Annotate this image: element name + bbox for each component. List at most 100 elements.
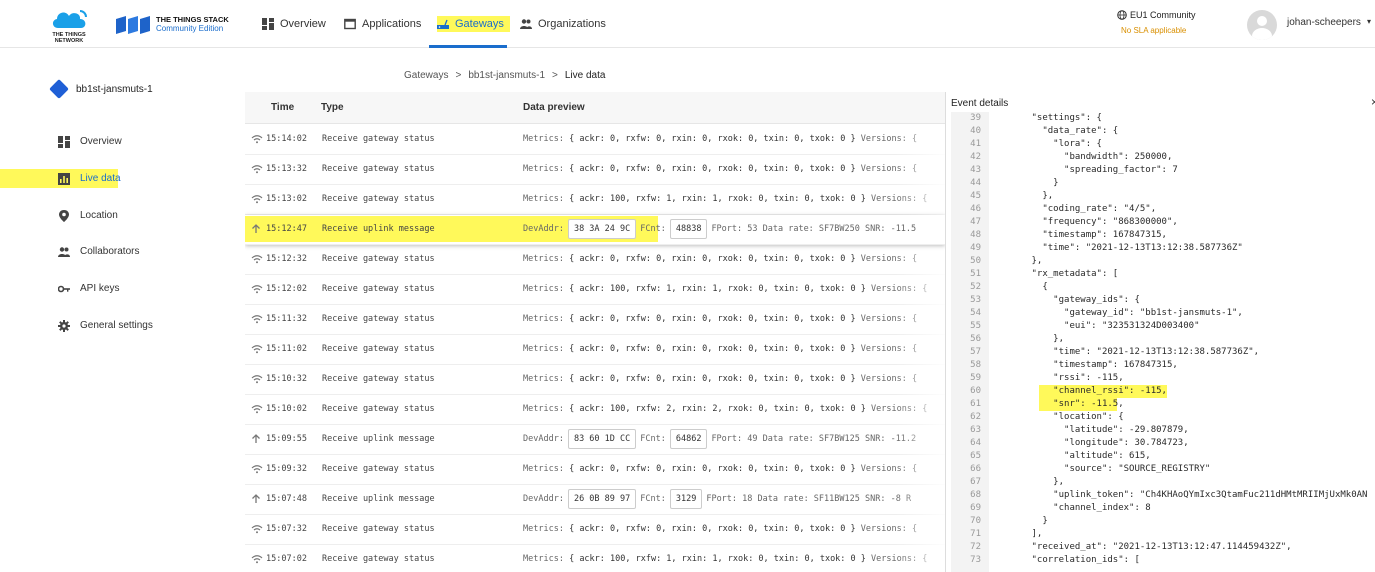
line-number: 54 [970,308,981,318]
line-number: 66 [970,464,981,474]
line-number: 50 [970,256,981,266]
row-time: 15:11:02 [266,344,307,354]
nav-overview[interactable]: Overview [262,16,326,32]
code-text: "rx_metadata": [ [999,269,1119,279]
table-row[interactable]: 15:13:32 Receive gateway status Metrics: {… [245,155,945,185]
sidebar-item-collaborators[interactable]: Collaborators [0,238,244,266]
sidebar-item-label: Collaborators [80,246,140,257]
avatar[interactable] [1247,10,1277,40]
metrics-value: { ackr: 100, rxfw: 2, rxin: 2, rxok: 0, … [569,404,866,414]
table-row[interactable]: 15:11:32 Receive gateway status Metrics: {… [245,305,945,335]
devaddr-chip[interactable]: 38 3A 24 9C [567,219,637,239]
code-line: 62 "location": { [951,411,1375,424]
row-fade-overlay [895,124,945,572]
code-line: 65 "altitude": 615, [951,450,1375,463]
table-row[interactable]: 15:11:02 Receive gateway status Metrics: {… [245,335,945,365]
metrics-label: Metrics: [523,164,564,174]
ttn-logo[interactable]: THE THINGS NETWORK [46,6,92,44]
metrics-value: { ackr: 0, rxfw: 0, rxin: 0, rxok: 0, tx… [569,374,856,384]
sidebar: bb1st-jansmuts-1 Overview Live data Loca… [0,62,244,572]
sidebar-item-label: Overview [80,136,122,147]
table-row[interactable]: 15:12:32 Receive gateway status Metrics: {… [245,245,945,275]
row-time: 15:07:32 [266,524,307,534]
line-number: 67 [970,477,981,487]
table-row[interactable]: 15:07:48 Receive uplink message DevAddr: 26… [245,485,945,515]
fcnt-chip[interactable]: 48838 [669,219,708,239]
code-text: "settings": { [999,113,1102,123]
fcnt-chip[interactable]: 3129 [669,489,703,509]
devaddr-chip[interactable]: 26 0B 89 97 [567,489,637,509]
breadcrumb-gateway[interactable]: bb1st-jansmuts-1 [468,70,545,81]
table-row[interactable]: 15:10:32 Receive gateway status Metrics: {… [245,365,945,395]
row-type: Receive uplink message [322,224,435,234]
row-time: 15:13:32 [266,164,307,174]
code-text: "snr": -11.5, [999,399,1124,409]
row-time: 15:10:32 [266,374,307,384]
row-type: Receive uplink message [322,434,435,444]
code-text: { [999,282,1048,292]
table-row[interactable]: 15:14:02 Receive gateway status Metrics: {… [245,125,945,155]
metrics-label: Metrics: [523,374,564,384]
event-json-viewer[interactable]: 39 "settings": {40 "data_rate": {41 "lor… [951,112,1375,572]
code-text: "longitude": 30.784723, [999,438,1189,448]
line-number: 62 [970,412,981,422]
metrics-value: { ackr: 0, rxfw: 0, rxin: 0, rxok: 0, tx… [569,344,856,354]
line-number: 43 [970,165,981,175]
line-number: 55 [970,321,981,331]
code-line: 58 "timestamp": 167847315, [951,359,1375,372]
nav-applications-label: Applications [362,18,422,30]
gateway-title: bb1st-jansmuts-1 [49,79,153,99]
line-number: 60 [970,386,981,396]
tts-title: THE THINGS STACK [156,15,229,24]
table-row[interactable]: 15:10:02 Receive gateway status Metrics: {… [245,395,945,425]
table-row[interactable]: 15:12:02 Receive gateway status Metrics: {… [245,275,945,305]
tts-logo[interactable]: THE THINGS STACK Community Edition [116,15,240,35]
code-line: 54 "gateway_id": "bb1st-jansmuts-1", [951,307,1375,320]
line-number: 69 [970,503,981,513]
row-preview: Metrics: { ackr: 100, rxfw: 2, rxin: 2, … [523,404,927,414]
table-row[interactable]: 15:07:02 Receive gateway status Metrics: {… [245,545,945,572]
username[interactable]: johan-scheepers [1287,17,1361,28]
table-row[interactable]: 15:07:32 Receive gateway status Metrics: {… [245,515,945,545]
nav-applications[interactable]: Applications [344,16,421,32]
close-icon[interactable]: × [1371,95,1375,109]
table-row[interactable]: 15:12:47 Receive uplink message DevAddr: 38… [245,215,945,245]
arrow-up-icon [251,434,263,444]
arrow-up-icon [251,224,263,234]
line-number: 53 [970,295,981,305]
line-number: 63 [970,425,981,435]
nav-gateways-label: Gateways [455,18,504,30]
metrics-value: { ackr: 100, rxfw: 1, rxin: 1, rxok: 0, … [569,284,866,294]
metrics-value: { ackr: 0, rxfw: 0, rxin: 0, rxok: 0, tx… [569,524,856,534]
sidebar-item-api-keys[interactable]: API keys [0,275,244,303]
sidebar-item-overview[interactable]: Overview [0,128,244,156]
row-time: 15:10:02 [266,404,307,414]
line-number: 59 [970,373,981,383]
fcnt-label: FCnt: [640,494,666,504]
table-row[interactable]: 15:09:32 Receive gateway status Metrics: {… [245,455,945,485]
fcnt-chip[interactable]: 64862 [669,429,708,449]
data-rate-value: Data rate: SF7BW125 [762,434,860,444]
region-selector[interactable]: EU1 Community No SLA applicable [1117,10,1201,40]
nav-gateways[interactable]: Gateways [437,16,510,32]
table-row[interactable]: 15:09:55 Receive uplink message DevAddr: 83… [245,425,945,455]
code-line: 57 "time": "2021-12-13T13:12:38.587736Z"… [951,346,1375,359]
code-text: } [999,178,1059,188]
wifi-icon [251,524,263,534]
sidebar-item-live-data[interactable]: Live data [0,165,244,193]
metrics-label: Metrics: [523,314,564,324]
code-line: 49 "time": "2021-12-13T13:12:38.587736Z" [951,242,1375,255]
dashboard-icon [58,136,70,148]
row-preview: Metrics: { ackr: 100, rxfw: 1, rxin: 1, … [523,284,927,294]
line-number: 68 [970,490,981,500]
column-header-type: Type [321,102,344,113]
sidebar-item-general-settings[interactable]: General settings [0,312,244,340]
metrics-label: Metrics: [523,464,564,474]
code-text: "uplink_token": "Ch4KHAoQYmIxc3QtamFuc21… [999,490,1368,500]
breadcrumb-gateways[interactable]: Gateways [404,70,448,81]
sidebar-item-location[interactable]: Location [0,202,244,230]
table-row[interactable]: 15:13:02 Receive gateway status Metrics: {… [245,185,945,215]
chevron-down-icon[interactable]: ▾ [1367,17,1371,26]
devaddr-chip[interactable]: 83 60 1D CC [567,429,637,449]
nav-organizations[interactable]: Organizations [520,16,606,32]
